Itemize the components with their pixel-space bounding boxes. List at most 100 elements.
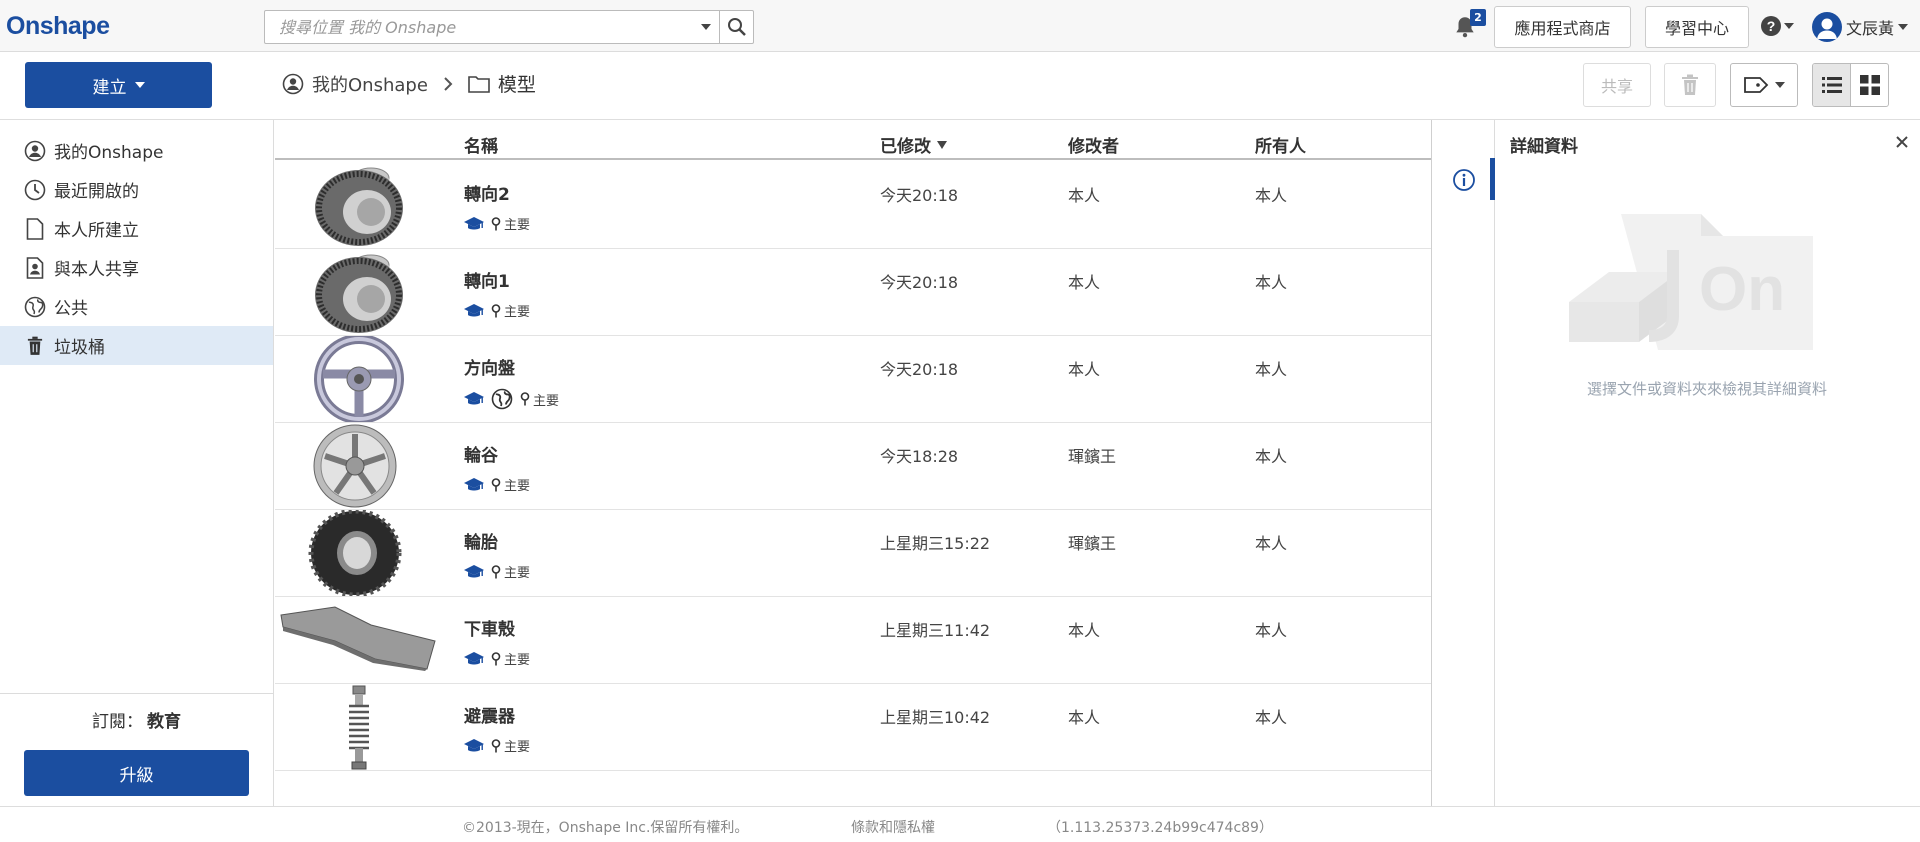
modified-by-cell: 本人 (1068, 186, 1101, 205)
subscription-info: 訂閱： 教育 (0, 707, 273, 732)
document-name[interactable]: 轉向2 (464, 180, 510, 205)
sidebar-item-created-by-me[interactable]: 本人所建立 (0, 209, 273, 248)
subscription-value: 教育 (147, 712, 181, 732)
trash-icon (1682, 74, 1698, 95)
document-name[interactable]: 輪胎 (464, 528, 498, 553)
document-meta: 主要 (464, 562, 530, 581)
document-thumbnail[interactable] (275, 423, 445, 509)
app-store-button[interactable]: 應用程式商店 (1494, 6, 1631, 48)
document-meta: 主要 (464, 301, 530, 320)
document-thumbnail[interactable] (275, 684, 445, 770)
modified-by-cell: 本人 (1068, 273, 1101, 292)
sidebar-item-recent[interactable]: 最近開啟的 (0, 170, 273, 209)
table-row[interactable]: 輪胎 主要 上星期三15:22 琿鑌王 本人 (275, 508, 1431, 598)
label-menu-button[interactable] (1730, 63, 1798, 107)
branch-pin-icon (520, 392, 530, 406)
tag-icon (1744, 77, 1769, 93)
learning-center-button[interactable]: 學習中心 (1645, 6, 1749, 48)
modified-cell: 今天20:18 (880, 273, 959, 292)
sidebar-item-my-onshape[interactable]: 我的Onshape (0, 131, 273, 170)
owner-cell: 本人 (1255, 534, 1288, 553)
column-header-modified-by[interactable]: 修改者 (1068, 132, 1119, 157)
share-button[interactable]: 共享 (1583, 63, 1651, 107)
table-header: 名稱 已修改 修改者 所有人 (275, 120, 1431, 160)
version-text: （1.113.25373.24b99c474c89） (1047, 820, 1273, 836)
active-tab-indicator (1490, 158, 1495, 200)
sidebar-item-public[interactable]: 公共 (0, 287, 273, 326)
branch-name: 主要 (504, 653, 531, 668)
list-view-button[interactable] (1813, 64, 1851, 106)
help-menu-button[interactable]: ? (1760, 15, 1794, 37)
onshape-watermark-icon: On (1569, 214, 1813, 350)
shared-user-icon (24, 256, 46, 279)
column-header-owner[interactable]: 所有人 (1255, 132, 1306, 157)
upgrade-button[interactable]: 升級 (24, 750, 249, 796)
modified-by-cell: 本人 (1068, 360, 1101, 379)
search-scope-dropdown[interactable] (693, 11, 719, 43)
sidebar-item-label: 本人所建立 (54, 221, 139, 241)
column-header-modified[interactable]: 已修改 (880, 132, 947, 157)
chevron-down-icon (1898, 24, 1909, 30)
document-meta: 主要 (464, 736, 530, 755)
user-menu-button[interactable]: 文辰黃 (1812, 12, 1909, 42)
sidebar-item-shared-with-me[interactable]: 與本人共享 (0, 248, 273, 287)
details-title: 詳細資料 (1510, 137, 1578, 157)
branch-pin-icon (491, 651, 501, 665)
document-name[interactable]: 轉向1 (464, 267, 510, 292)
table-row[interactable]: 避震器 主要 上星期三10:42 本人 本人 (275, 684, 1431, 771)
branch-name: 主要 (504, 479, 531, 494)
grid-view-icon (1859, 75, 1880, 95)
folder-icon (468, 75, 490, 93)
copyright-text: ©2013-現在，Onshape Inc.保留所有權利。 (462, 820, 749, 836)
terms-link[interactable]: 條款和隱私權 (851, 817, 935, 837)
document-thumbnail[interactable] (275, 162, 445, 248)
help-icon: ? (1761, 16, 1781, 36)
document-thumbnail[interactable] (275, 249, 445, 335)
search-input[interactable] (265, 11, 693, 43)
table-row[interactable]: 下車殼 主要 上星期三11:42 本人 本人 (275, 597, 1431, 684)
branch-name: 主要 (533, 393, 560, 409)
breadcrumb-current: 模型 (497, 74, 536, 96)
document-thumbnail[interactable] (275, 597, 445, 683)
document-name[interactable]: 避震器 (464, 702, 515, 727)
create-button[interactable]: 建立 (25, 62, 212, 108)
breadcrumb-root[interactable]: 我的Onshape (312, 71, 428, 97)
education-icon (464, 477, 484, 490)
onshape-logo[interactable]: Onshape (6, 12, 110, 41)
divider (0, 693, 273, 694)
branch-label: 主要 (491, 649, 530, 668)
document-name[interactable]: 下車殼 (464, 615, 515, 640)
clock-icon (24, 179, 46, 201)
column-header-name[interactable]: 名稱 (464, 132, 498, 157)
document-icon (24, 217, 46, 240)
sidebar-item-label: 最近開啟的 (54, 182, 139, 202)
sidebar-item-trash[interactable]: 垃圾桶 (0, 326, 273, 365)
globe-icon (24, 296, 46, 318)
close-details-button[interactable] (1894, 134, 1910, 150)
search-button[interactable] (719, 11, 753, 43)
branch-name: 主要 (504, 740, 531, 755)
modified-cell: 上星期三10:42 (880, 708, 991, 727)
document-name[interactable]: 輪谷 (464, 441, 498, 466)
table-row[interactable]: 轉向2 主要 今天20:18 本人 本人 (275, 162, 1431, 249)
info-tab[interactable] (1452, 168, 1476, 192)
document-thumbnail[interactable] (275, 334, 445, 424)
document-name[interactable]: 方向盤 (464, 354, 515, 379)
grid-view-button[interactable] (1851, 64, 1888, 106)
delete-button[interactable] (1664, 63, 1716, 107)
list-view-icon (1821, 77, 1842, 93)
modified-by-cell: 琿鑌王 (1068, 447, 1117, 466)
modified-by-cell: 本人 (1068, 708, 1101, 727)
table-row[interactable]: 方向盤 主要 今天20:18 本人 本人 (275, 334, 1431, 424)
chevron-down-icon (701, 24, 711, 30)
document-thumbnail[interactable] (275, 508, 445, 598)
education-icon (464, 738, 484, 751)
user-circle-icon (24, 140, 46, 162)
document-table: 名稱 已修改 修改者 所有人 轉向2 主要 今天20:18 本人 本人 轉向1 (275, 120, 1432, 806)
user-avatar-icon (1817, 18, 1837, 39)
svg-text:?: ? (1767, 18, 1776, 34)
modified-cell: 今天20:18 (880, 186, 959, 205)
table-row[interactable]: 轉向1 主要 今天20:18 本人 本人 (275, 249, 1431, 336)
branch-pin-icon (491, 477, 501, 491)
table-row[interactable]: 輪谷 主要 今天18:28 琿鑌王 本人 (275, 423, 1431, 510)
